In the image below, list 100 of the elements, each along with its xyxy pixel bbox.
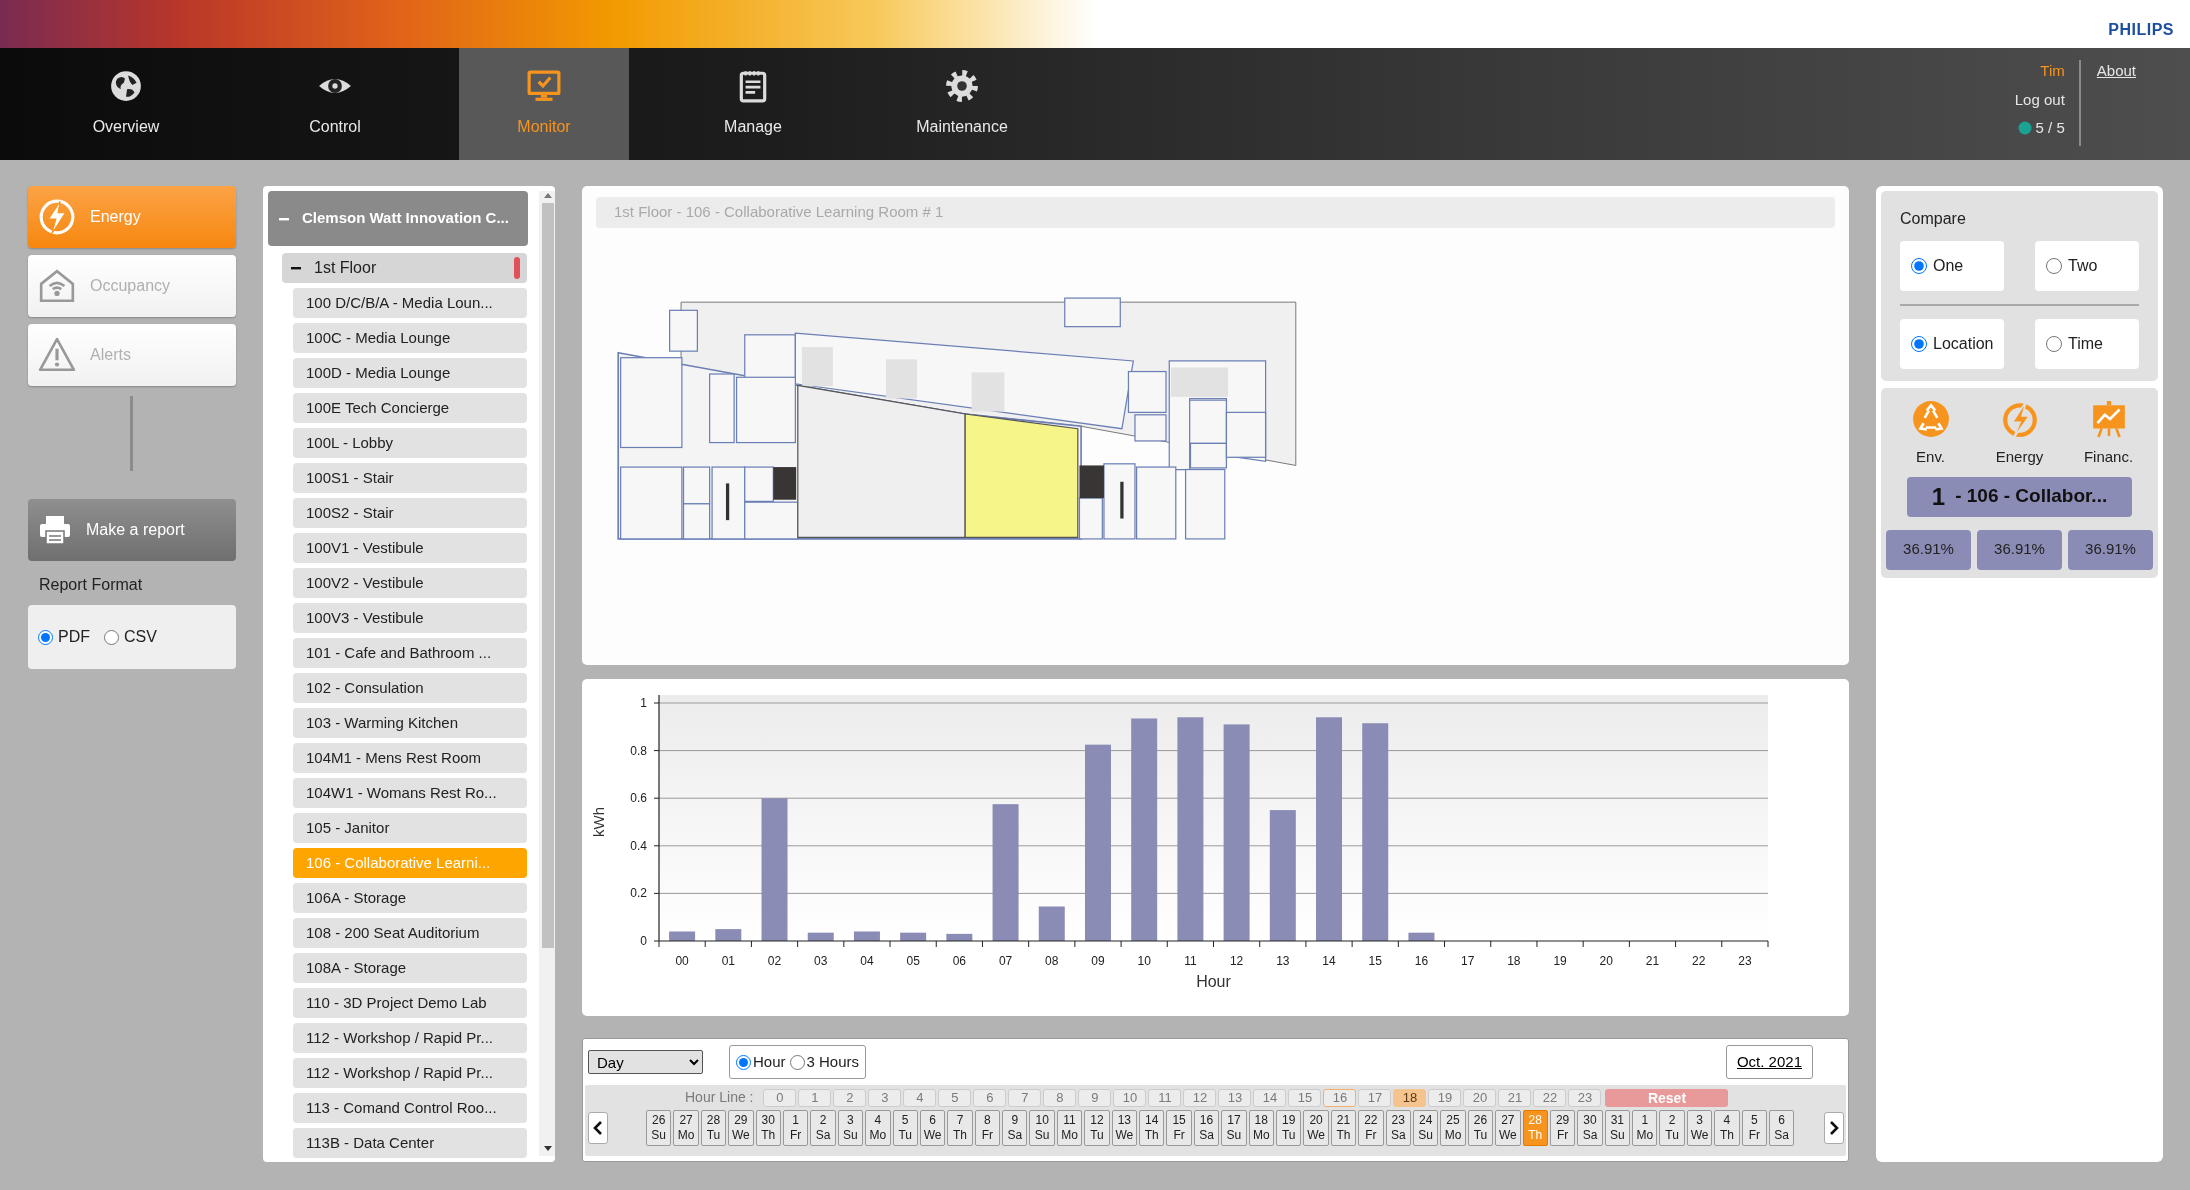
date-button[interactable]: 17 Su (1221, 1110, 1247, 1146)
date-button[interactable]: 25 Mo (1440, 1110, 1466, 1146)
date-button[interactable]: 22 Fr (1358, 1110, 1384, 1146)
date-button[interactable]: 26 Tu (1467, 1110, 1494, 1146)
hour-button[interactable]: 13 (1218, 1088, 1252, 1107)
tree-item[interactable]: 104M1 - Mens Rest Room (293, 743, 527, 773)
hour-button[interactable]: 16 (1323, 1088, 1357, 1107)
hour-button[interactable]: 2 (833, 1088, 867, 1107)
tree-item[interactable]: 103 - Warming Kitchen (293, 708, 527, 738)
nav-tab[interactable]: Overview (41, 48, 211, 160)
tree-item[interactable]: 100C - Media Lounge (293, 323, 527, 353)
date-button[interactable]: 2 Sa (810, 1110, 836, 1146)
radio-button[interactable] (1911, 336, 1927, 352)
date-button[interactable]: 5 Tu (892, 1110, 918, 1146)
date-button[interactable]: 12 Tu (1084, 1110, 1110, 1146)
date-button[interactable]: 4 Mo (865, 1110, 891, 1146)
date-button[interactable]: 29 We (728, 1110, 754, 1146)
hour-button[interactable]: 4 (903, 1088, 937, 1107)
date-button[interactable]: 18 Mo (1248, 1110, 1274, 1146)
tree-item[interactable]: 100V1 - Vestibule (293, 533, 527, 563)
tree-item[interactable]: 100S1 - Stair (293, 463, 527, 493)
date-button[interactable]: 1 Mo (1632, 1110, 1658, 1146)
date-button[interactable]: 21 Th (1330, 1110, 1357, 1146)
date-button[interactable]: 19 Tu (1276, 1110, 1302, 1146)
date-button[interactable]: 16 Sa (1193, 1110, 1220, 1146)
date-button[interactable]: 15 Fr (1166, 1110, 1192, 1146)
hour-button[interactable]: 3 (868, 1088, 902, 1107)
date-button[interactable]: 3 We (1686, 1110, 1713, 1146)
tree-item[interactable]: 108 - 200 Seat Auditorium (293, 918, 527, 948)
tree-item[interactable]: 100 D/C/B/A - Media Loun... (293, 288, 527, 318)
tree-item[interactable]: 101 - Cafe and Bathroom ... (293, 638, 527, 668)
hour-button[interactable]: 7 (1008, 1088, 1042, 1107)
hour-button[interactable]: 1 (798, 1088, 832, 1107)
date-button[interactable]: 13 We (1111, 1110, 1138, 1146)
nav-tab[interactable]: Maintenance (877, 48, 1047, 160)
hour-button[interactable]: 15 (1288, 1088, 1322, 1107)
date-button[interactable]: 2 Tu (1659, 1110, 1685, 1146)
tree-item[interactable]: 112 - Workshop / Rapid Pr... (293, 1058, 527, 1088)
radio-button[interactable] (104, 629, 119, 645)
date-button[interactable]: 26 Su (646, 1110, 672, 1146)
tree-item[interactable]: 113 - Comand Control Roo... (293, 1093, 527, 1123)
tree-item[interactable]: 112 - Workshop / Rapid Pr... (293, 1023, 527, 1053)
hour-button[interactable]: 22 (1533, 1088, 1567, 1107)
date-button[interactable]: 30 Sa (1577, 1110, 1603, 1146)
date-button[interactable]: 3 Su (837, 1110, 864, 1146)
radio-button[interactable] (2046, 336, 2062, 352)
hour-button[interactable]: 12 (1183, 1088, 1217, 1107)
date-button[interactable]: 20 We (1303, 1110, 1329, 1146)
hour-button[interactable]: 20 (1463, 1088, 1497, 1107)
report-button[interactable]: Make a report (28, 499, 236, 561)
date-button[interactable]: 24 Su (1412, 1110, 1439, 1146)
tree-item[interactable]: 104W1 - Womans Rest Ro... (293, 778, 527, 808)
option-box[interactable]: Time (2035, 319, 2139, 369)
tree-item[interactable]: 100S2 - Stair (293, 498, 527, 528)
date-button[interactable]: 5 Fr (1741, 1110, 1767, 1146)
radio-button[interactable] (38, 629, 53, 645)
radio-button[interactable] (1911, 258, 1927, 274)
month-button[interactable]: Oct. 2021 (1725, 1045, 1813, 1079)
hour-button[interactable]: 19 (1428, 1088, 1462, 1107)
option-box[interactable]: Location (1900, 319, 2004, 369)
hour-button[interactable]: 11 (1148, 1088, 1182, 1107)
tree-item[interactable]: 100L - Lobby (293, 428, 527, 458)
date-button[interactable]: 27 Mo (673, 1110, 699, 1146)
date-button[interactable]: 14 Th (1139, 1110, 1165, 1146)
tree-item[interactable]: 100V2 - Vestibule (293, 568, 527, 598)
date-button[interactable]: 30 Th (755, 1110, 781, 1146)
date-button[interactable]: 6 We (919, 1110, 946, 1146)
date-button[interactable]: 23 Sa (1385, 1110, 1411, 1146)
tree-item[interactable]: 106A - Storage (293, 883, 527, 913)
tree-item[interactable]: 105 - Janitor (293, 813, 527, 843)
hour-button[interactable]: 14 (1253, 1088, 1287, 1107)
hour-button[interactable]: 8 (1043, 1088, 1077, 1107)
hour-button[interactable]: 5 (938, 1088, 972, 1107)
date-button[interactable]: 11 Mo (1056, 1110, 1083, 1146)
date-button[interactable]: 1 Fr (782, 1110, 809, 1146)
hour-button[interactable]: 10 (1113, 1088, 1147, 1107)
option-box[interactable]: Two (2035, 241, 2139, 291)
nav-tab[interactable]: Manage (668, 48, 838, 160)
date-button[interactable]: 9 Sa (1002, 1110, 1028, 1146)
nav-tab[interactable]: Control (250, 48, 420, 160)
tree-item[interactable]: 100V3 - Vestibule (293, 603, 527, 633)
hour-button[interactable]: 23 (1568, 1088, 1602, 1107)
tree-item[interactable]: 110 - 3D Project Demo Lab (293, 988, 527, 1018)
date-button[interactable]: 10 Su (1029, 1110, 1055, 1146)
radio-button[interactable] (736, 1054, 751, 1070)
hour-button[interactable]: 0 (763, 1088, 797, 1107)
date-button[interactable]: 29 Fr (1549, 1110, 1576, 1146)
date-button[interactable]: 4 Th (1714, 1110, 1740, 1146)
radio-button[interactable] (2046, 258, 2062, 274)
date-button[interactable]: 8 Fr (974, 1110, 1001, 1146)
radio-button[interactable] (789, 1054, 805, 1070)
next-button[interactable] (1824, 1112, 1845, 1144)
date-button[interactable]: 31 Su (1604, 1110, 1631, 1146)
date-button[interactable]: 6 Sa (1769, 1110, 1795, 1146)
date-button[interactable]: 7 Th (947, 1110, 973, 1146)
hour-button[interactable]: 17 (1358, 1088, 1392, 1107)
user-name[interactable]: Tim (2040, 60, 2065, 83)
tree-item[interactable]: 100D - Media Lounge (293, 358, 527, 388)
logout-link[interactable]: Log out (2014, 88, 2065, 111)
option-box[interactable]: One (1900, 241, 2004, 291)
